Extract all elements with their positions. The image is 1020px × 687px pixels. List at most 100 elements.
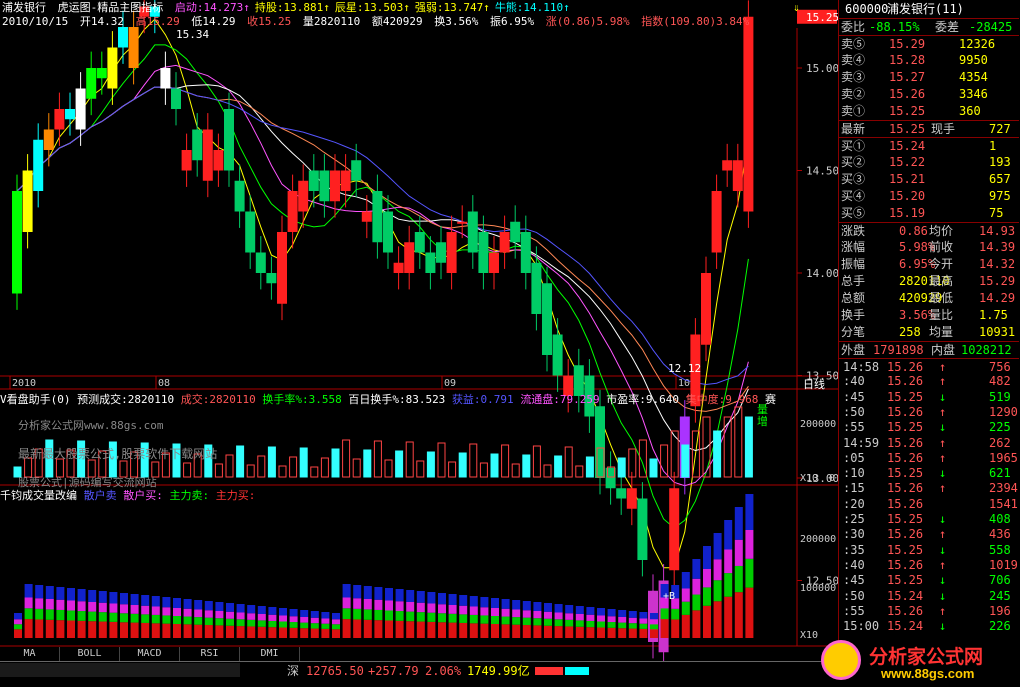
stat-value: 14.29	[979, 291, 1016, 305]
lot-bar-segment	[745, 494, 754, 530]
period-label[interactable]: 日线	[803, 376, 825, 392]
candle-body	[33, 139, 44, 191]
tab-dmi[interactable]: DMI	[240, 647, 300, 661]
ask-price: 15.28	[889, 53, 926, 67]
wei-cha-value: -28425	[969, 20, 1013, 34]
lot-bar-segment	[703, 546, 711, 569]
price-tick-label: 15.00	[806, 62, 838, 75]
volume-bar	[681, 444, 690, 478]
lot-bar-segment	[35, 619, 44, 638]
vol-concentration: 集中度:9.968	[685, 393, 759, 406]
candle-body	[446, 232, 457, 273]
bid-price: 15.24	[889, 139, 926, 153]
lot-bar-segment	[45, 599, 54, 610]
volume-bar	[395, 450, 404, 478]
decline-bar	[565, 667, 589, 675]
lot-bar-segment	[448, 605, 457, 614]
candle-body	[393, 262, 404, 273]
stat-label: 均量	[929, 325, 954, 339]
lot-bar-segment	[385, 600, 393, 611]
lot-bar-segment	[607, 627, 616, 638]
lot-bar-segment	[14, 619, 22, 625]
lot-bar-segment	[332, 624, 340, 630]
candle-body	[637, 498, 648, 560]
index-value: 指数(109.80)3.84%	[641, 15, 750, 28]
stat-row: 换手 3.56% 量比 1.75	[839, 307, 1019, 324]
lot-bar-segment	[438, 622, 446, 638]
lot-bar-segment	[459, 595, 468, 606]
hand-label: 现手	[931, 122, 956, 136]
lot-bar-segment	[438, 604, 446, 614]
lot-bar-segment	[215, 611, 224, 619]
stat-label: 总额	[841, 291, 866, 305]
lot-main-sell: 主力卖:	[169, 489, 210, 502]
ask-price: 15.27	[889, 70, 926, 84]
ask-row: 卖① 15.25 360	[839, 103, 1019, 120]
ask-row: 卖⑤ 15.29 12326	[839, 35, 1019, 52]
advance-bar	[535, 667, 563, 675]
tab-rsi[interactable]: RSI	[180, 647, 240, 661]
lot-bar-segment	[194, 617, 203, 625]
lot-bar-segment	[681, 601, 690, 615]
bid-label: 买④	[841, 189, 866, 203]
lot-axis-200k: 200000	[800, 534, 837, 545]
lot-bar-segment	[681, 572, 690, 589]
turnover-value: 换3.56%	[434, 15, 479, 28]
lot-bar-segment	[427, 612, 436, 622]
lot-bar-segment	[650, 619, 658, 625]
tab-macd[interactable]: MACD	[120, 647, 180, 661]
ask-volume: 4354	[959, 70, 988, 84]
lot-bar-segment	[385, 588, 393, 601]
stat-label: 振幅	[841, 257, 866, 271]
stat-label: 最高	[929, 274, 954, 288]
lot-bar-segment	[236, 604, 245, 613]
lot-bar-segment	[544, 625, 552, 638]
inner-label: 内盘	[931, 343, 956, 357]
lot-bar-segment	[183, 608, 192, 617]
amount-value: 额420929	[371, 15, 423, 28]
lot-bar-segment	[618, 610, 627, 617]
lot-bar-segment	[363, 609, 372, 620]
candle-body	[192, 129, 203, 161]
lot-bar-segment	[512, 600, 521, 610]
stat-value: 14.39	[979, 240, 1016, 254]
lot-bar-segment	[459, 614, 468, 623]
lock-icon[interactable]: ⇓	[793, 1, 800, 14]
lot-panel-header: 千钧成交量改编 散户卖 散户买: 主力卖: 主力买:	[0, 487, 255, 503]
lot-bar-segment	[24, 597, 33, 609]
tab-ma[interactable]: MA	[0, 647, 60, 661]
candle-body	[298, 180, 309, 212]
lot-bar-segment	[745, 530, 754, 559]
ask-row: 卖② 15.26 3346	[839, 86, 1019, 103]
lot-bar-segment	[459, 605, 468, 615]
tab-boll[interactable]: BOLL	[60, 647, 120, 661]
lot-bar-segment	[14, 629, 22, 638]
candle-body	[287, 191, 298, 232]
lot-bar-segment	[353, 585, 362, 599]
lot-bar-segment	[342, 608, 351, 620]
bid-row: 买④ 15.20 975	[839, 188, 1019, 205]
vol-hundred: 百日换手%:83.523	[348, 393, 446, 406]
main-chart-area[interactable]: 15.2515.0014.5014.0013.5013.0012.502010 0…	[0, 0, 838, 661]
stat-label: 今开	[929, 257, 954, 271]
lot-bar-segment	[215, 602, 224, 611]
lot-bar-segment	[406, 621, 415, 638]
inner-value: 1028212	[961, 343, 1012, 357]
lot-bar-segment	[194, 624, 203, 638]
lot-bar-segment	[512, 617, 521, 625]
candle-body	[107, 47, 118, 89]
lot-bar-segment	[226, 625, 234, 638]
lot-bar-segment	[204, 610, 213, 618]
lot-bar-segment	[544, 618, 552, 626]
lot-bar-segment	[724, 549, 733, 574]
lot-bar-segment	[332, 629, 340, 638]
lot-bar-segment	[88, 621, 97, 638]
candle-body	[457, 221, 468, 224]
lot-bar-segment	[236, 626, 245, 638]
time-tick-label: 08	[158, 378, 170, 389]
lot-bar-segment	[671, 608, 680, 620]
open-value: 开14.32	[79, 15, 124, 28]
lot-bar-segment	[247, 619, 256, 627]
lot-bar-segment	[703, 587, 711, 606]
lot-bar-segment	[512, 624, 521, 638]
